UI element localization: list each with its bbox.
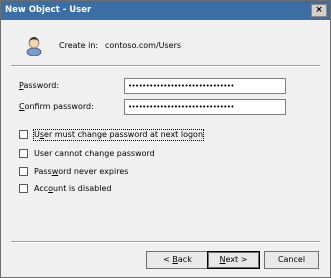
password-never-expires-label: Password never expires xyxy=(34,167,129,176)
account-disabled-label: Account is disabled xyxy=(34,184,112,193)
create-in-path: contoso.com/Users xyxy=(105,41,182,50)
password-never-expires-checkbox[interactable] xyxy=(19,167,28,176)
must-change-password-label: User must change password at next logon xyxy=(32,129,205,141)
back-button[interactable]: < Back xyxy=(146,251,209,269)
create-in-label: Create in: xyxy=(59,41,99,50)
next-button[interactable]: Next > xyxy=(207,251,260,269)
user-icon xyxy=(26,37,42,56)
account-disabled-checkbox[interactable] xyxy=(19,184,28,193)
close-icon: × xyxy=(315,5,323,15)
new-object-user-dialog: New Object - User × Create in: contoso.c… xyxy=(0,0,331,278)
confirm-password-label: Confirm password: xyxy=(19,102,94,111)
password-label: Password: xyxy=(19,81,60,90)
cannot-change-password-label: User cannot change password xyxy=(34,149,155,158)
confirm-password-field[interactable]: •••••••••••••••••••••••••••••• xyxy=(124,99,286,115)
close-button[interactable]: × xyxy=(311,4,327,17)
must-change-password-checkbox[interactable] xyxy=(19,130,28,139)
window-title: New Object - User xyxy=(5,5,92,15)
password-field[interactable]: •••••••••••••••••••••••••••••• xyxy=(124,78,286,94)
cancel-button[interactable]: Cancel xyxy=(264,251,319,269)
separator-top xyxy=(11,65,320,67)
dialog-content: Create in: contoso.com/Users Password: •… xyxy=(1,20,330,277)
separator-bottom xyxy=(11,241,320,243)
title-bar: New Object - User × xyxy=(1,1,330,20)
cannot-change-password-checkbox[interactable] xyxy=(19,149,28,158)
